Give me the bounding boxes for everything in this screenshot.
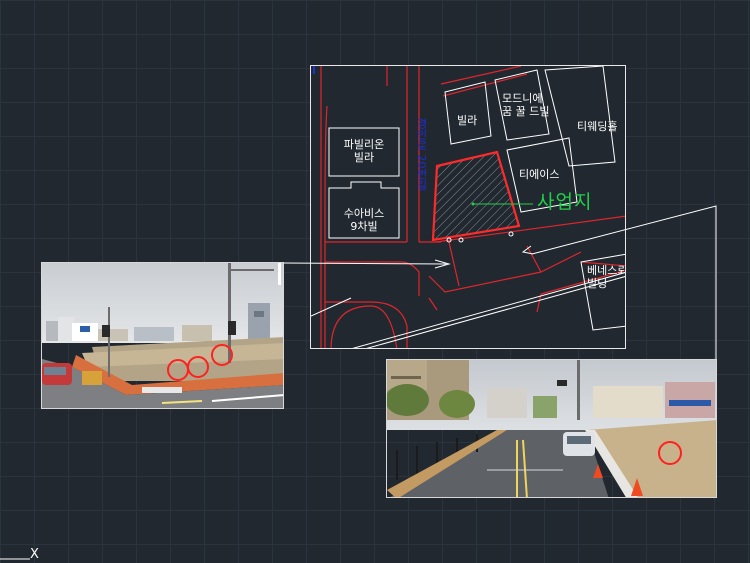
- site-photo-corner-image: [42, 263, 283, 408]
- site-photo-corner: [41, 262, 284, 409]
- site-photo-street: [386, 359, 717, 498]
- ucs-x-label: X: [30, 547, 39, 562]
- site-photo-street-image: [387, 360, 716, 497]
